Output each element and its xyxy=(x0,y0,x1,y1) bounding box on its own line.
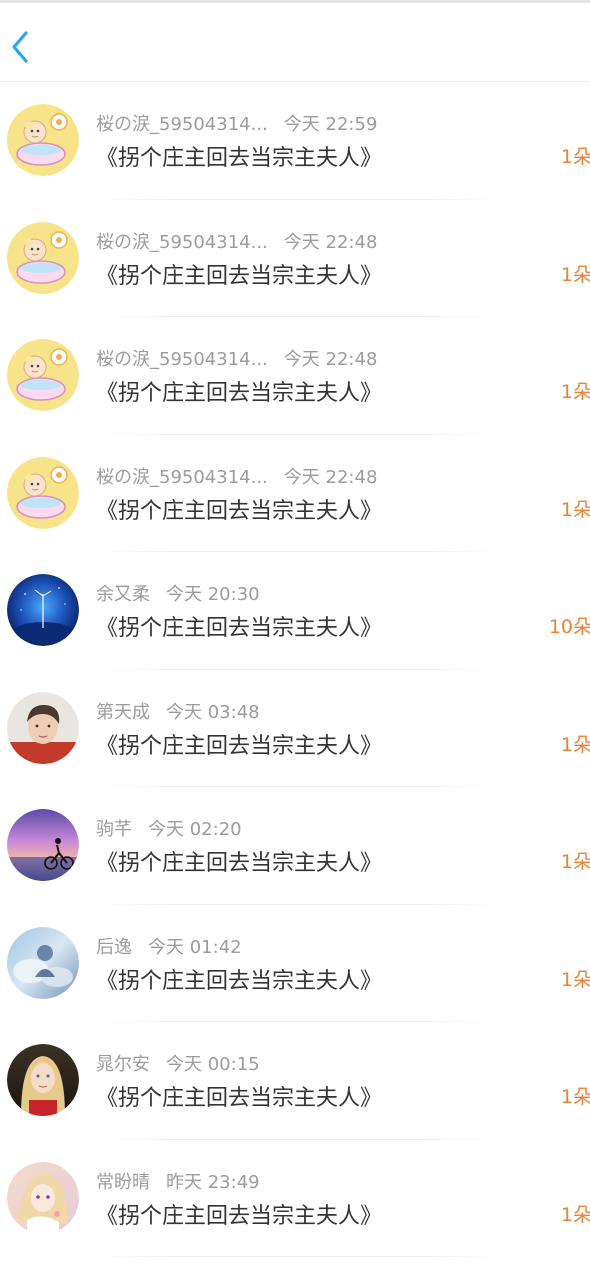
list-item[interactable]: 晁尔安 今天 00:15 《拐个庄主回去当宗主夫人》 1朵 xyxy=(0,1022,590,1140)
list-item[interactable]: 余又柔 今天 20:30 《拐个庄主回去当宗主夫人》 10朵 xyxy=(0,552,590,670)
flower-amount: 1朵 xyxy=(560,381,590,403)
username[interactable]: 驹芊 xyxy=(96,819,132,840)
book-title[interactable]: 《拐个庄主回去当宗主夫人》 xyxy=(96,610,382,642)
timestamp: 今天 22:48 xyxy=(283,231,378,253)
book-title[interactable]: 《拐个庄主回去当宗主夫人》 xyxy=(96,845,382,877)
list-item[interactable]: 桜の涙_59504314... 今天 22:48 《拐个庄主回去当宗主夫人》 1朵 xyxy=(0,317,590,435)
list-item-meta: 驹芊 今天 02:20 xyxy=(96,815,242,841)
username[interactable]: 桜の涙_59504314... xyxy=(96,467,268,488)
book-title[interactable]: 《拐个庄主回去当宗主夫人》 xyxy=(96,140,382,172)
timestamp: 今天 22:59 xyxy=(283,114,378,135)
username[interactable]: 桜の涙_59504314... xyxy=(96,232,268,253)
timestamp: 今天 00:15 xyxy=(166,1054,260,1075)
chevron-left-icon xyxy=(12,31,28,63)
list-item[interactable]: 后逸 今天 01:42 《拐个庄主回去当宗主夫人》 1朵 xyxy=(0,905,590,1022)
gift-record-list: 桜の涙_59504314... 今天 22:59 《拐个庄主回去当宗主夫人》 1朵… xyxy=(0,82,590,1257)
book-title[interactable]: 《拐个庄主回去当宗主夫人》 xyxy=(96,1198,382,1230)
divider xyxy=(96,1256,500,1257)
flower-amount: 1朵 xyxy=(560,851,590,873)
flower-amount: 1朵 xyxy=(560,968,590,991)
avatar[interactable] xyxy=(7,339,79,411)
top-bar xyxy=(0,0,590,82)
avatar[interactable] xyxy=(7,1161,79,1234)
avatar[interactable] xyxy=(7,574,79,646)
list-item-meta: 桜の涙_59504314... 今天 22:59 xyxy=(96,110,377,136)
list-item-meta: 桜の涙_59504314... 今天 22:48 xyxy=(96,345,377,371)
list-item-meta: 桜の涙_59504314... 今天 22:48 xyxy=(96,463,377,489)
list-item[interactable]: 驹芊 今天 02:20 《拐个庄主回去当宗主夫人》 1朵 xyxy=(0,787,590,905)
book-title[interactable]: 《拐个庄主回去当宗主夫人》 xyxy=(96,963,382,995)
list-item-meta: 桜の涙_59504314... 今天 22:48 xyxy=(96,228,377,254)
username[interactable]: 常盼晴 xyxy=(96,1172,150,1193)
avatar[interactable] xyxy=(7,691,79,764)
book-title[interactable]: 《拐个庄主回去当宗主夫人》 xyxy=(96,258,382,290)
timestamp: 昨天 23:49 xyxy=(166,1171,260,1193)
back-button[interactable] xyxy=(6,27,40,67)
timestamp: 今天 03:48 xyxy=(166,701,260,723)
list-item[interactable]: 桜の涙_59504314... 今天 22:59 《拐个庄主回去当宗主夫人》 1朵 xyxy=(0,82,590,200)
timestamp: 今天 02:20 xyxy=(148,819,242,840)
list-item[interactable]: 桜の涙_59504314... 今天 22:48 《拐个庄主回去当宗主夫人》 1朵 xyxy=(0,200,590,317)
flower-amount: 1朵 xyxy=(560,146,590,168)
flower-amount: 1朵 xyxy=(560,1086,590,1108)
list-item-meta: 常盼晴 昨天 23:49 xyxy=(96,1168,260,1194)
list-item-meta: 第天成 今天 03:48 xyxy=(96,698,260,724)
book-title[interactable]: 《拐个庄主回去当宗主夫人》 xyxy=(96,493,382,525)
flower-amount: 10朵 xyxy=(548,616,590,638)
book-title[interactable]: 《拐个庄主回去当宗主夫人》 xyxy=(96,1080,382,1112)
flower-amount: 1朵 xyxy=(560,1203,590,1226)
avatar[interactable] xyxy=(7,1044,79,1116)
flower-amount: 1朵 xyxy=(560,263,590,286)
avatar[interactable] xyxy=(7,456,79,529)
timestamp: 今天 22:48 xyxy=(283,349,378,370)
list-item-meta: 余又柔 今天 20:30 xyxy=(96,580,260,606)
avatar[interactable] xyxy=(7,809,79,881)
list-item-meta: 晁尔安 今天 00:15 xyxy=(96,1050,260,1076)
list-item[interactable]: 第天成 今天 03:48 《拐个庄主回去当宗主夫人》 1朵 xyxy=(0,670,590,787)
timestamp: 今天 01:42 xyxy=(148,936,242,958)
list-item-meta: 后逸 今天 01:42 xyxy=(96,933,242,959)
timestamp: 今天 22:48 xyxy=(283,466,378,488)
username[interactable]: 晁尔安 xyxy=(96,1054,150,1075)
list-item[interactable]: 常盼晴 昨天 23:49 《拐个庄主回去当宗主夫人》 1朵 xyxy=(0,1140,590,1257)
username[interactable]: 后逸 xyxy=(96,937,132,958)
book-title[interactable]: 《拐个庄主回去当宗主夫人》 xyxy=(96,728,382,760)
list-item[interactable]: 桜の涙_59504314... 今天 22:48 《拐个庄主回去当宗主夫人》 1朵 xyxy=(0,435,590,552)
avatar[interactable] xyxy=(7,221,79,294)
username[interactable]: 余又柔 xyxy=(96,584,150,605)
avatar[interactable] xyxy=(7,926,79,999)
username[interactable]: 第天成 xyxy=(96,702,150,723)
username[interactable]: 桜の涙_59504314... xyxy=(96,349,268,370)
timestamp: 今天 20:30 xyxy=(166,584,260,605)
flower-amount: 1朵 xyxy=(560,733,590,756)
book-title[interactable]: 《拐个庄主回去当宗主夫人》 xyxy=(96,375,382,407)
flower-amount: 1朵 xyxy=(560,498,590,521)
avatar[interactable] xyxy=(7,104,79,176)
username[interactable]: 桜の涙_59504314... xyxy=(96,114,268,135)
